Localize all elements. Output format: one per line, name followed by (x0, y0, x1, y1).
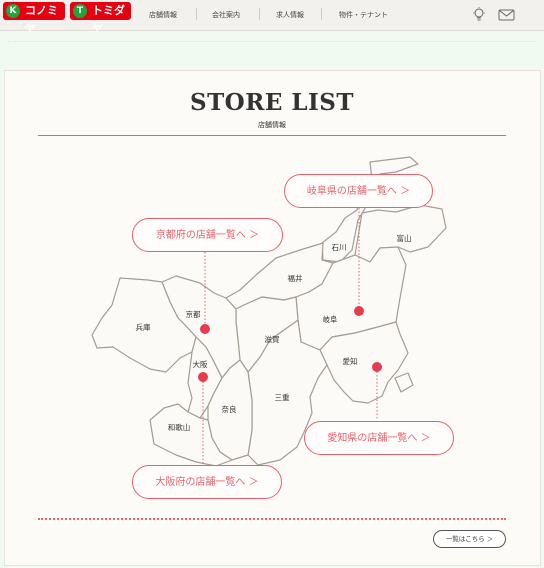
label-ishikawa: 石川 (332, 243, 347, 252)
label-osaka: 大阪 (193, 359, 208, 369)
label-toyama: 富山 (397, 233, 412, 243)
label-fukui: 福井 (288, 273, 303, 283)
marker-gifu[interactable] (354, 306, 364, 316)
label-hyogo: 兵庫 (136, 322, 151, 332)
aichi-store-link[interactable]: 愛知県の店舗一覧へ ＞ (304, 421, 454, 455)
label-gifu: 岐阜 (323, 314, 338, 324)
label-wakayama: 和歌山 (168, 422, 191, 432)
label-aichi: 愛知 (343, 356, 358, 366)
view-all-button[interactable]: 一覧はこちら ＞ (433, 530, 506, 548)
label-shiga: 滋賀 (265, 334, 280, 344)
label-mie: 三重 (275, 393, 290, 402)
marker-aichi[interactable] (372, 362, 382, 372)
marker-osaka[interactable] (198, 372, 208, 382)
marker-kyoto[interactable] (200, 324, 210, 334)
gifu-store-link[interactable]: 岐阜県の店舗一覧へ ＞ (284, 174, 433, 208)
osaka-store-link[interactable]: 大阪府の店舗一覧へ ＞ (132, 465, 282, 499)
label-nara: 奈良 (222, 404, 237, 414)
label-kyoto: 京都 (186, 309, 201, 319)
kyoto-store-link[interactable]: 京都府の店舗一覧へ ＞ (132, 218, 283, 252)
dotted-divider (38, 518, 506, 520)
